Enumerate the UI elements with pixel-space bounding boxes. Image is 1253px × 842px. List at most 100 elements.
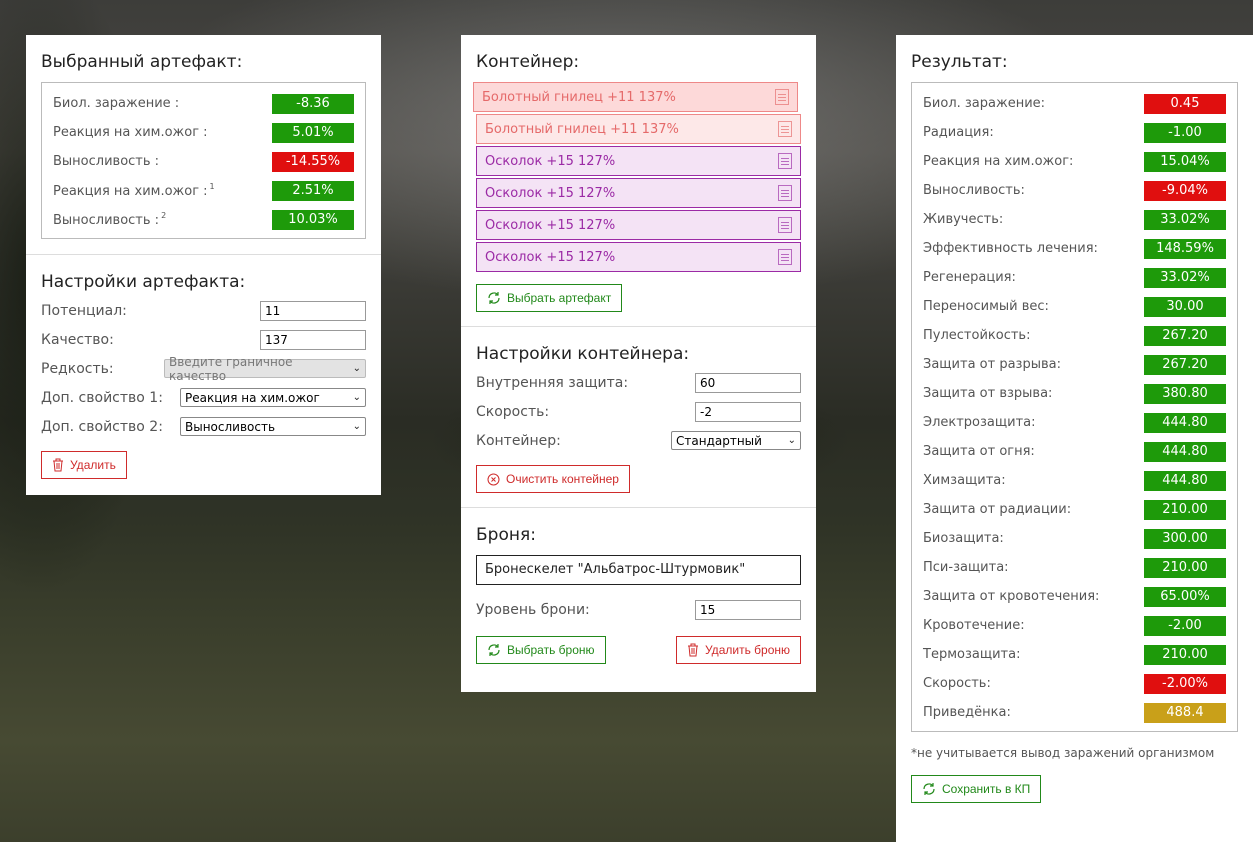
stat-label-text: Электрозащита: (923, 415, 1036, 430)
extra2-row: Доп. свойство 2: Выносливость ⌄ (41, 412, 366, 441)
container-artifact-item[interactable]: Осколок +15 127% (476, 178, 801, 208)
extra1-label: Доп. свойство 1: (41, 389, 163, 406)
save-to-kp-button[interactable]: Сохранить в КП (911, 775, 1042, 803)
result-footnote: *не учитывается вывод заражений организм… (911, 746, 1215, 760)
stat-value-badge: 210.00 (1144, 557, 1226, 578)
document-icon[interactable] (778, 121, 792, 137)
stat-row: Термозащита: 210.00 (923, 640, 1226, 669)
container-panel: Контейнер: Болотный гнилец +11 137% Болот… (461, 35, 816, 692)
speed-input[interactable] (695, 401, 801, 422)
choose-armor-button[interactable]: Выбрать броню (476, 636, 606, 664)
document-icon[interactable] (778, 217, 792, 233)
choose-artifact-button[interactable]: Выбрать артефакт (476, 284, 623, 312)
container-settings-title: Настройки контейнера: (476, 344, 690, 364)
document-icon[interactable] (778, 185, 792, 201)
speed-label: Скорость: (476, 403, 550, 420)
rarity-row: Редкость: Введите граничное качество ⌄ (41, 354, 366, 383)
container-artifact-item[interactable]: Болотный гнилец +11 137% (473, 82, 798, 112)
chevron-down-icon: ⌄ (787, 435, 796, 446)
stat-row: Реакция на хим.ожог : 5.01% (53, 118, 354, 147)
stat-row: Регенерация: 33.02% (923, 263, 1226, 292)
rarity-select[interactable]: Введите граничное качество ⌄ (164, 355, 366, 383)
stat-row: Электрозащита: 444.80 (923, 408, 1226, 437)
stat-value-badge: 2.51% (272, 180, 354, 201)
stat-label-text: Защита от огня: (923, 444, 1035, 459)
container-item-label: Осколок +15 127% (485, 217, 616, 233)
quality-input[interactable] (260, 329, 366, 350)
stat-value-badge: 148.59% (1144, 238, 1226, 259)
container-type-select[interactable]: Стандартный ⌄ (671, 431, 801, 450)
extra1-select-value: Реакция на хим.ожог (185, 390, 320, 405)
stat-label: Живучесть: (923, 212, 1003, 227)
stat-label-text: Защита от радиации: (923, 502, 1072, 517)
result-stats-box: Биол. заражение: 0.45 Радиация: -1.00 Реакци… (911, 82, 1238, 732)
quality-row: Качество: (41, 325, 366, 354)
stat-label-text: Защита от разрыва: (923, 357, 1061, 372)
stat-row: Защита от радиации: 210.00 (923, 495, 1226, 524)
speed-row: Скорость: (476, 397, 801, 426)
container-artifact-item[interactable]: Болотный гнилец +11 137% (476, 114, 801, 144)
stat-row: Кровотечение: -2.00 (923, 611, 1226, 640)
container-item-label: Осколок +15 127% (485, 153, 616, 169)
save-to-kp-label: Сохранить в КП (942, 782, 1031, 796)
stat-label-text: Пулестойкость: (923, 328, 1031, 343)
stat-label-text: Приведёнка: (923, 705, 1011, 720)
container-item-label: Болотный гнилец +11 137% (485, 121, 679, 137)
document-icon[interactable] (778, 249, 792, 265)
circle-x-icon (487, 473, 500, 485)
stat-label-text: Переносимый вес: (923, 299, 1049, 314)
stat-row: Переносимый вес: 30.00 (923, 292, 1226, 321)
chevron-down-icon: ⌄ (352, 421, 361, 432)
stat-label-text: Радиация: (923, 125, 994, 140)
clear-container-button[interactable]: Очистить контейнер (476, 465, 630, 493)
stat-row: Биол. заражение : -8.36 (53, 89, 354, 118)
rarity-label: Редкость: (41, 360, 114, 377)
container-type-label: Контейнер: (476, 432, 561, 449)
stat-label-text: Выносливость : (53, 154, 160, 169)
delete-artifact-button[interactable]: Удалить (41, 451, 127, 479)
extra2-select[interactable]: Выносливость ⌄ (180, 417, 366, 436)
container-artifact-item[interactable]: Осколок +15 127% (476, 242, 801, 272)
armor-level-input[interactable] (695, 599, 801, 620)
container-artifact-item[interactable]: Осколок +15 127% (476, 146, 801, 176)
stat-row: Защита от взрыва: 380.80 (923, 379, 1226, 408)
stat-row: Выносливость : -14.55% (53, 147, 354, 176)
stat-row: Приведёнка: 488.4 (923, 698, 1226, 727)
stat-value-badge: 65.00% (1144, 586, 1226, 607)
delete-armor-button[interactable]: Удалить броню (676, 636, 801, 664)
armor-name-box[interactable]: Бронескелет "Альбатрос-Штурмовик" (476, 555, 801, 585)
stat-label: Пулестойкость: (923, 328, 1030, 343)
stat-value-badge: 380.80 (1144, 383, 1226, 404)
armor-section: Броня: Бронескелет "Альбатрос-Штурмовик"… (461, 507, 816, 678)
extra1-select[interactable]: Реакция на хим.ожог ⌄ (180, 388, 366, 407)
document-icon[interactable] (775, 89, 789, 105)
document-icon[interactable] (778, 153, 792, 169)
stat-row: Защита от разрыва: 267.20 (923, 350, 1226, 379)
potential-row: Потенциал: (41, 296, 366, 325)
potential-input[interactable] (260, 300, 366, 321)
stat-value-badge: 0.45 (1144, 93, 1226, 114)
stat-row: Химзащита: 444.80 (923, 466, 1226, 495)
container-title: Контейнер: (476, 52, 580, 72)
armor-title: Броня: (476, 525, 536, 545)
stat-label-text: Термозащита: (923, 647, 1021, 662)
artifact-stats-box: Биол. заражение : -8.36 Реакция на хим.ожо… (41, 82, 366, 239)
stat-label-text: Кровотечение: (923, 618, 1025, 633)
stat-label-text: Биозащита: (923, 531, 1004, 546)
stat-label: Кровотечение: (923, 618, 1025, 633)
stat-label: Реакция на хим.ожог :1 (53, 182, 215, 199)
stat-value-badge: 15.04% (1144, 151, 1226, 172)
stat-label: Эффективность лечения: (923, 241, 1098, 256)
container-artifact-item[interactable]: Осколок +15 127% (476, 210, 801, 240)
container-item-label: Осколок +15 127% (485, 249, 616, 265)
stat-value-badge: -2.00 (1144, 615, 1226, 636)
stat-value-badge: 5.01% (272, 122, 354, 143)
stat-row: Биол. заражение: 0.45 (923, 89, 1226, 118)
stat-label: Биол. заражение : (53, 96, 179, 111)
inner-protection-input[interactable] (695, 372, 801, 393)
stat-label-text: Выносливость: (923, 183, 1025, 198)
stat-label: Пси-защита: (923, 560, 1009, 575)
stat-value-badge: 444.80 (1144, 441, 1226, 462)
result-title: Результат: (911, 52, 1008, 72)
stat-label: Биол. заражение: (923, 96, 1045, 111)
